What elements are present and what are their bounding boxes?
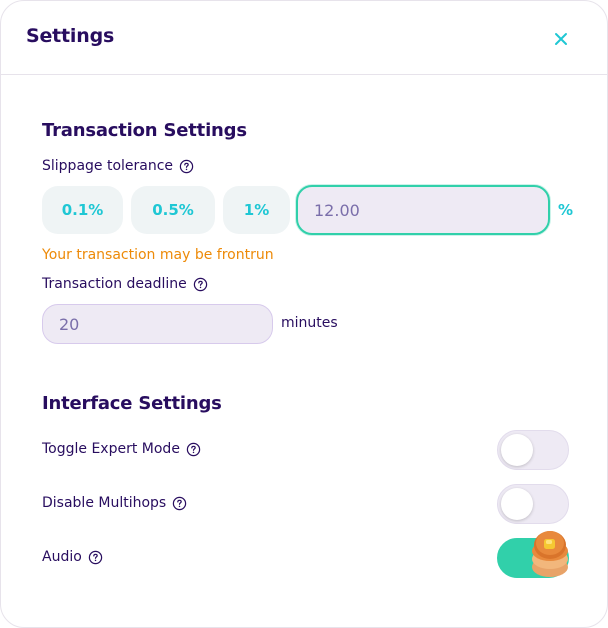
slippage-preset-0-1[interactable]: 0.1% bbox=[42, 186, 123, 234]
help-icon[interactable] bbox=[186, 442, 201, 457]
transaction-settings-title: Transaction Settings bbox=[42, 120, 247, 141]
slippage-custom-input[interactable]: 12.00 bbox=[296, 185, 550, 235]
toggle-knob bbox=[501, 488, 533, 520]
multihops-label: Disable Multihops bbox=[42, 495, 167, 511]
multihops-toggle[interactable] bbox=[497, 484, 569, 524]
help-icon[interactable] bbox=[88, 550, 103, 565]
interface-settings-title: Interface Settings bbox=[42, 393, 222, 414]
help-icon[interactable] bbox=[179, 159, 194, 174]
expert-mode-toggle[interactable] bbox=[497, 430, 569, 470]
pancake-knob-icon bbox=[532, 531, 568, 577]
deadline-input[interactable]: 20 bbox=[42, 304, 273, 344]
audio-label: Audio bbox=[42, 549, 82, 565]
deadline-unit: minutes bbox=[281, 315, 338, 331]
percent-symbol: % bbox=[558, 201, 574, 219]
expert-mode-label: Toggle Expert Mode bbox=[42, 441, 180, 457]
deadline-label-row: Transaction deadline bbox=[42, 276, 208, 292]
deadline-label: Transaction deadline bbox=[42, 276, 187, 292]
slippage-preset-1[interactable]: 1% bbox=[223, 186, 290, 234]
modal-title: Settings bbox=[26, 25, 115, 47]
frontrun-warning: Your transaction may be frontrun bbox=[42, 247, 274, 263]
slippage-preset-0-5[interactable]: 0.5% bbox=[131, 186, 215, 234]
close-button[interactable] bbox=[547, 25, 575, 53]
help-icon[interactable] bbox=[172, 496, 187, 511]
settings-modal: Settings Transaction Settings Slippage t… bbox=[0, 0, 608, 628]
close-icon bbox=[555, 33, 567, 45]
slippage-label: Slippage tolerance bbox=[42, 158, 174, 174]
toggle-knob bbox=[501, 434, 533, 466]
audio-row: Audio bbox=[42, 549, 103, 565]
multihops-row: Disable Multihops bbox=[42, 495, 187, 511]
expert-mode-row: Toggle Expert Mode bbox=[42, 441, 201, 457]
modal-header: Settings bbox=[1, 1, 607, 75]
audio-toggle[interactable] bbox=[497, 531, 569, 578]
help-icon[interactable] bbox=[193, 277, 208, 292]
slippage-label-row: Slippage tolerance bbox=[42, 158, 194, 174]
